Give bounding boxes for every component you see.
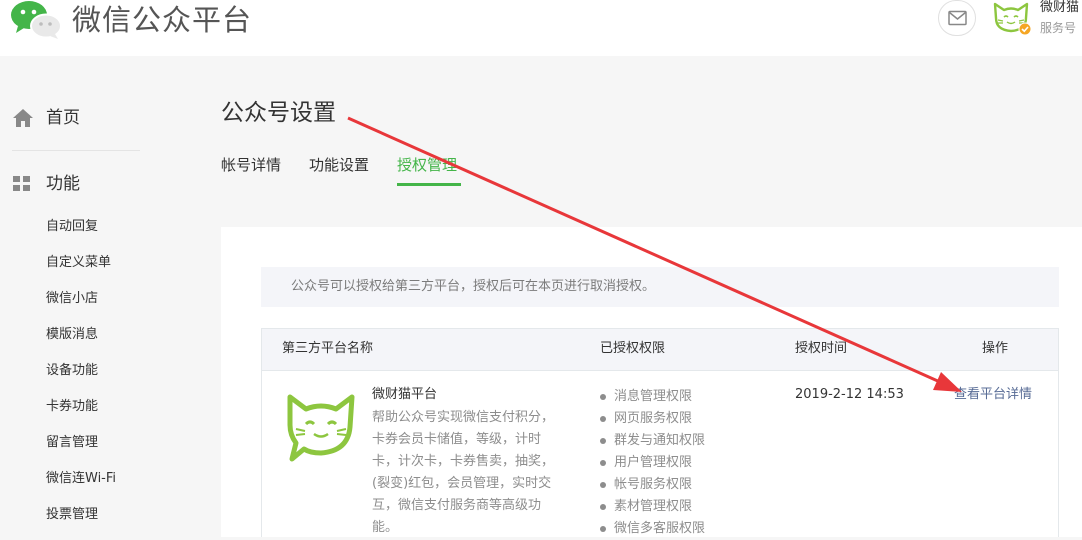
top-header: 微信公众平台 微财猫 服务号 — [0, 0, 1082, 56]
sidebar-divider — [12, 150, 140, 151]
account-name[interactable]: 微财猫 — [1040, 0, 1079, 16]
wechat-logo-icon[interactable] — [10, 0, 64, 40]
permission-item: 帐号服务权限 — [600, 474, 705, 496]
header-action: 操作 — [982, 341, 1009, 356]
permission-item: 素材管理权限 — [600, 496, 705, 518]
sidebar-home-label: 首页 — [46, 108, 80, 128]
permission-item: 网页服务权限 — [600, 408, 705, 430]
sidebar-item-vote[interactable]: 投票管理 — [46, 505, 98, 525]
home-icon — [13, 109, 33, 127]
authorization-table: 第三方平台名称 已授权权限 授权时间 操作 微财猫平台 帮助公众号实现微信支付积… — [261, 328, 1059, 537]
sidebar-item-auto-reply[interactable]: 自动回复 — [46, 217, 98, 237]
mail-button[interactable] — [938, 0, 976, 36]
platform-description: 帮助公众号实现微信支付积分，卡券会员卡储值，等级，计时卡，计次卡，卡券售卖，抽奖… — [372, 410, 555, 535]
platform-title: 微信公众平台 — [72, 3, 253, 37]
mail-icon — [948, 10, 967, 26]
cat-platform-logo-icon — [287, 394, 355, 462]
tab-account-details[interactable]: 帐号详情 — [221, 154, 281, 176]
tab-authorization[interactable]: 授权管理 — [397, 154, 457, 176]
auth-time: 2019-2-12 14:53 — [795, 387, 904, 402]
sidebar-item-comments[interactable]: 留言管理 — [46, 433, 98, 453]
sidebar-function-label: 功能 — [46, 174, 80, 194]
permission-list: 消息管理权限 网页服务权限 群发与通知权限 用户管理权限 帐号服务权限 素材管理… — [600, 386, 705, 540]
verified-badge-icon — [1018, 22, 1032, 36]
header-auth-time: 授权时间 — [795, 341, 848, 356]
view-platform-details-link[interactable]: 查看平台详情 — [954, 386, 1032, 404]
platform-name: 微财猫平台 — [372, 387, 438, 402]
table-header: 第三方平台名称 已授权权限 授权时间 操作 — [262, 329, 1058, 371]
header-permissions: 已授权权限 — [600, 341, 666, 356]
header-platform-name: 第三方平台名称 — [282, 341, 374, 356]
tab-function-settings[interactable]: 功能设置 — [309, 154, 369, 176]
account-type: 服务号 — [1040, 21, 1077, 35]
sidebar-item-coupon[interactable]: 卡券功能 — [46, 397, 98, 417]
permission-item: 消息管理权限 — [600, 386, 705, 408]
active-tab-indicator — [397, 183, 461, 186]
sidebar-item-device[interactable]: 设备功能 — [46, 361, 98, 381]
notice-box: 公众号可以授权给第三方平台，授权后可在本页进行取消授权。 — [261, 267, 1059, 307]
sidebar-item-wechat-store[interactable]: 微信小店 — [46, 289, 98, 309]
grid-icon — [13, 176, 30, 191]
sidebar-item-wifi[interactable]: 微信连Wi-Fi — [46, 469, 116, 489]
permission-item: 群发与通知权限 — [600, 430, 705, 452]
page-title: 公众号设置 — [221, 100, 336, 126]
permission-item: 用户管理权限 — [600, 452, 705, 474]
sidebar: 首页 功能 自动回复 自定义菜单 微信小店 模版消息 设备功能 卡券功能 留言管… — [0, 56, 190, 537]
sidebar-item-custom-menu[interactable]: 自定义菜单 — [46, 253, 111, 273]
notice-text: 公众号可以授权给第三方平台，授权后可在本页进行取消授权。 — [291, 279, 656, 294]
cat-avatar-icon[interactable] — [992, 0, 1032, 36]
sidebar-item-template-message[interactable]: 模版消息 — [46, 325, 98, 345]
